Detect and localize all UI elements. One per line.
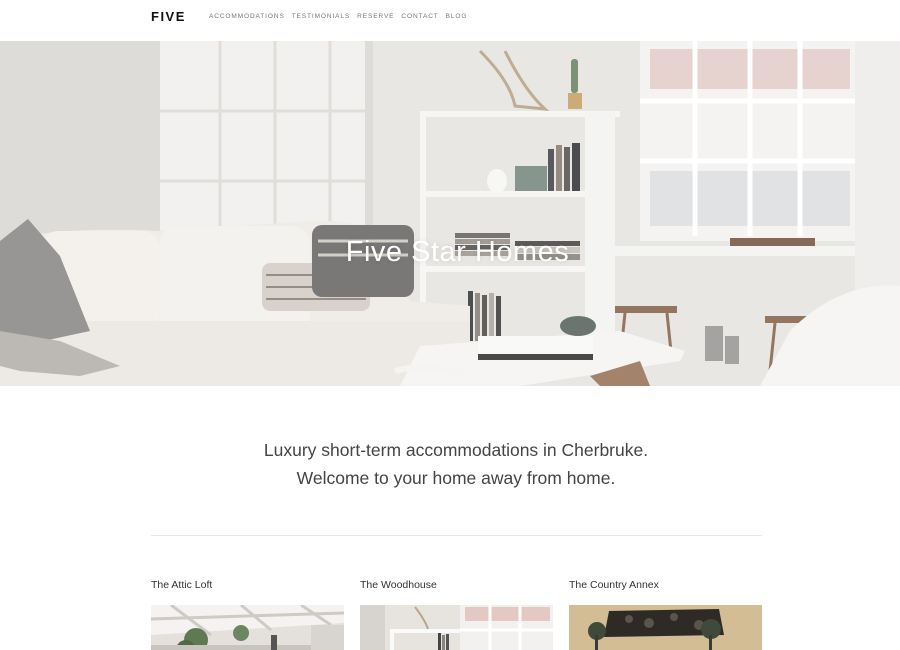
- woodhouse-photo: [360, 605, 553, 650]
- listing-card: The Attic Loft: [151, 579, 344, 650]
- intro-line-1: Luxury short-term accommodations in Cher…: [263, 440, 649, 460]
- hero-title: Five Star Homes: [345, 236, 570, 268]
- intro-text: Luxury short-term accommodations in Cher…: [0, 436, 900, 492]
- main-nav: ACCOMMODATIONS TESTIMONIALS RESERVE CONT…: [209, 13, 467, 20]
- hero-banner: Five Star Homes: [0, 41, 900, 386]
- attic-loft-photo: [151, 605, 344, 650]
- country-annex-photo: [569, 605, 762, 650]
- listing-card: The Country Annex: [569, 579, 762, 650]
- site-header: FIVE ACCOMMODATIONS TESTIMONIALS RESERVE…: [0, 0, 900, 41]
- page: FIVE ACCOMMODATIONS TESTIMONIALS RESERVE…: [0, 0, 900, 650]
- listing-image-attic-loft[interactable]: [151, 605, 344, 650]
- listing-image-country-annex[interactable]: [569, 605, 762, 650]
- listing-image-woodhouse[interactable]: [360, 605, 553, 650]
- site-logo[interactable]: FIVE: [151, 9, 186, 24]
- nav-link-accommodations[interactable]: ACCOMMODATIONS: [209, 13, 285, 20]
- listing-card: The Woodhouse: [360, 579, 553, 650]
- nav-link-reserve[interactable]: RESERVE: [357, 13, 394, 20]
- hero-living-room-image: [0, 41, 900, 386]
- listing-title-woodhouse[interactable]: The Woodhouse: [360, 579, 553, 595]
- nav-link-contact[interactable]: CONTACT: [401, 13, 438, 20]
- listing-title-country-annex[interactable]: The Country Annex: [569, 579, 762, 595]
- listing-title-attic-loft[interactable]: The Attic Loft: [151, 579, 344, 595]
- nav-link-blog[interactable]: BLOG: [446, 13, 468, 20]
- intro-line-2: Welcome to your home away from home.: [296, 468, 616, 488]
- section-divider: [151, 535, 762, 536]
- nav-link-testimonials[interactable]: TESTIMONIALS: [292, 13, 350, 20]
